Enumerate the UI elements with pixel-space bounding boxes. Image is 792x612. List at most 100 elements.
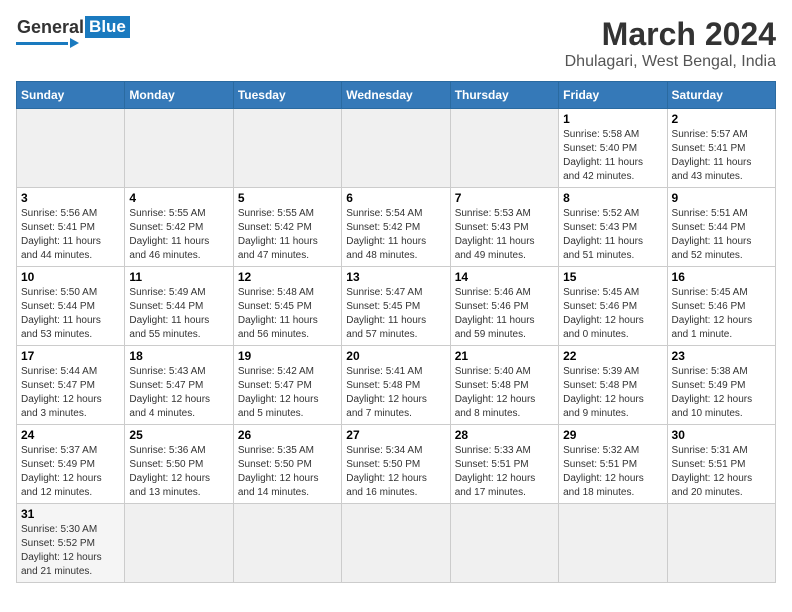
calendar-cell — [125, 504, 233, 583]
day-info: Sunrise: 5:40 AM Sunset: 5:48 PM Dayligh… — [455, 365, 554, 421]
day-info: Sunrise: 5:43 AM Sunset: 5:47 PM Dayligh… — [129, 365, 228, 421]
day-info: Sunrise: 5:32 AM Sunset: 5:51 PM Dayligh… — [563, 444, 662, 500]
day-number: 19 — [238, 349, 337, 363]
day-number: 17 — [21, 349, 120, 363]
day-header-wednesday: Wednesday — [342, 82, 450, 109]
day-header-saturday: Saturday — [667, 82, 775, 109]
page-header: General Blue March 2024 Dhulagari, West … — [16, 16, 776, 71]
day-info: Sunrise: 5:45 AM Sunset: 5:46 PM Dayligh… — [672, 286, 771, 342]
day-info: Sunrise: 5:35 AM Sunset: 5:50 PM Dayligh… — [238, 444, 337, 500]
calendar-week-2: 3 Sunrise: 5:56 AM Sunset: 5:41 PM Daylig… — [17, 188, 776, 267]
calendar-cell: 20 Sunrise: 5:41 AM Sunset: 5:48 PM Dayli… — [342, 346, 450, 425]
day-info: Sunrise: 5:31 AM Sunset: 5:51 PM Dayligh… — [672, 444, 771, 500]
calendar-cell — [17, 109, 125, 188]
day-header-friday: Friday — [559, 82, 667, 109]
day-number: 4 — [129, 191, 228, 205]
day-info: Sunrise: 5:37 AM Sunset: 5:49 PM Dayligh… — [21, 444, 120, 500]
day-info: Sunrise: 5:53 AM Sunset: 5:43 PM Dayligh… — [455, 207, 554, 263]
day-number: 2 — [672, 112, 771, 126]
calendar-cell: 5Sunrise: 5:55 AM Sunset: 5:42 PM Daylig… — [233, 188, 341, 267]
calendar-header-row: SundayMondayTuesdayWednesdayThursdayFrid… — [17, 82, 776, 109]
calendar-cell: 30 Sunrise: 5:31 AM Sunset: 5:51 PM Dayli… — [667, 425, 775, 504]
calendar-cell: 16 Sunrise: 5:45 AM Sunset: 5:46 PM Dayli… — [667, 267, 775, 346]
calendar-cell — [233, 109, 341, 188]
day-number: 8 — [563, 191, 662, 205]
calendar-cell: 24 Sunrise: 5:37 AM Sunset: 5:49 PM Dayli… — [17, 425, 125, 504]
day-info: Sunrise: 5:41 AM Sunset: 5:48 PM Dayligh… — [346, 365, 445, 421]
calendar-cell — [233, 504, 341, 583]
calendar-cell: 21 Sunrise: 5:40 AM Sunset: 5:48 PM Dayli… — [450, 346, 558, 425]
calendar-cell: 18Sunrise: 5:43 AM Sunset: 5:47 PM Dayli… — [125, 346, 233, 425]
title-area: March 2024 Dhulagari, West Bengal, India — [565, 16, 776, 71]
calendar-cell: 15Sunrise: 5:45 AM Sunset: 5:46 PM Dayli… — [559, 267, 667, 346]
day-info: Sunrise: 5:50 AM Sunset: 5:44 PM Dayligh… — [21, 286, 120, 342]
calendar-week-1: 1 Sunrise: 5:58 AM Sunset: 5:40 PM Daylig… — [17, 109, 776, 188]
day-info: Sunrise: 5:34 AM Sunset: 5:50 PM Dayligh… — [346, 444, 445, 500]
day-info: Sunrise: 5:54 AM Sunset: 5:42 PM Dayligh… — [346, 207, 445, 263]
day-info: Sunrise: 5:58 AM Sunset: 5:40 PM Dayligh… — [563, 128, 662, 184]
day-header-sunday: Sunday — [17, 82, 125, 109]
calendar-table: SundayMondayTuesdayWednesdayThursdayFrid… — [16, 81, 776, 583]
calendar-cell — [450, 504, 558, 583]
day-info: Sunrise: 5:52 AM Sunset: 5:43 PM Dayligh… — [563, 207, 662, 263]
logo-blue: Blue — [85, 16, 130, 38]
day-info: Sunrise: 5:48 AM Sunset: 5:45 PM Dayligh… — [238, 286, 337, 342]
calendar-week-5: 24 Sunrise: 5:37 AM Sunset: 5:49 PM Dayli… — [17, 425, 776, 504]
location-subtitle: Dhulagari, West Bengal, India — [565, 53, 776, 71]
day-info: Sunrise: 5:30 AM Sunset: 5:52 PM Dayligh… — [21, 523, 120, 579]
month-year-title: March 2024 — [565, 16, 776, 53]
day-info: Sunrise: 5:33 AM Sunset: 5:51 PM Dayligh… — [455, 444, 554, 500]
calendar-cell: 6 Sunrise: 5:54 AM Sunset: 5:42 PM Daylig… — [342, 188, 450, 267]
calendar-cell — [450, 109, 558, 188]
calendar-cell: 22Sunrise: 5:39 AM Sunset: 5:48 PM Dayli… — [559, 346, 667, 425]
day-number: 1 — [563, 112, 662, 126]
day-number: 12 — [238, 270, 337, 284]
day-number: 21 — [455, 349, 554, 363]
day-number: 24 — [21, 428, 120, 442]
day-header-thursday: Thursday — [450, 82, 558, 109]
calendar-cell: 19 Sunrise: 5:42 AM Sunset: 5:47 PM Dayli… — [233, 346, 341, 425]
day-info: Sunrise: 5:45 AM Sunset: 5:46 PM Dayligh… — [563, 286, 662, 342]
calendar-cell: 29 Sunrise: 5:32 AM Sunset: 5:51 PM Dayli… — [559, 425, 667, 504]
day-number: 10 — [21, 270, 120, 284]
day-number: 3 — [21, 191, 120, 205]
calendar-cell: 8 Sunrise: 5:52 AM Sunset: 5:43 PM Daylig… — [559, 188, 667, 267]
calendar-cell — [667, 504, 775, 583]
day-info: Sunrise: 5:49 AM Sunset: 5:44 PM Dayligh… — [129, 286, 228, 342]
day-number: 14 — [455, 270, 554, 284]
calendar-cell: 11 Sunrise: 5:49 AM Sunset: 5:44 PM Dayli… — [125, 267, 233, 346]
day-number: 22 — [563, 349, 662, 363]
day-info: Sunrise: 5:38 AM Sunset: 5:49 PM Dayligh… — [672, 365, 771, 421]
day-info: Sunrise: 5:36 AM Sunset: 5:50 PM Dayligh… — [129, 444, 228, 500]
day-number: 11 — [129, 270, 228, 284]
calendar-cell — [125, 109, 233, 188]
day-number: 16 — [672, 270, 771, 284]
calendar-cell: 1 Sunrise: 5:58 AM Sunset: 5:40 PM Daylig… — [559, 109, 667, 188]
calendar-cell: 3 Sunrise: 5:56 AM Sunset: 5:41 PM Daylig… — [17, 188, 125, 267]
day-number: 29 — [563, 428, 662, 442]
day-info: Sunrise: 5:57 AM Sunset: 5:41 PM Dayligh… — [672, 128, 771, 184]
calendar-cell: 10 Sunrise: 5:50 AM Sunset: 5:44 PM Dayli… — [17, 267, 125, 346]
calendar-cell: 4Sunrise: 5:55 AM Sunset: 5:42 PM Daylig… — [125, 188, 233, 267]
day-info: Sunrise: 5:44 AM Sunset: 5:47 PM Dayligh… — [21, 365, 120, 421]
day-info: Sunrise: 5:42 AM Sunset: 5:47 PM Dayligh… — [238, 365, 337, 421]
day-number: 23 — [672, 349, 771, 363]
calendar-cell: 25Sunrise: 5:36 AM Sunset: 5:50 PM Dayli… — [125, 425, 233, 504]
day-number: 20 — [346, 349, 445, 363]
calendar-cell: 31 Sunrise: 5:30 AM Sunset: 5:52 PM Dayli… — [17, 504, 125, 583]
day-info: Sunrise: 5:51 AM Sunset: 5:44 PM Dayligh… — [672, 207, 771, 263]
calendar-cell — [559, 504, 667, 583]
calendar-cell: 7Sunrise: 5:53 AM Sunset: 5:43 PM Daylig… — [450, 188, 558, 267]
calendar-week-4: 17 Sunrise: 5:44 AM Sunset: 5:47 PM Dayli… — [17, 346, 776, 425]
day-info: Sunrise: 5:56 AM Sunset: 5:41 PM Dayligh… — [21, 207, 120, 263]
calendar-cell: 13 Sunrise: 5:47 AM Sunset: 5:45 PM Dayli… — [342, 267, 450, 346]
day-number: 9 — [672, 191, 771, 205]
day-info: Sunrise: 5:47 AM Sunset: 5:45 PM Dayligh… — [346, 286, 445, 342]
calendar-body: 1 Sunrise: 5:58 AM Sunset: 5:40 PM Daylig… — [17, 109, 776, 583]
day-number: 6 — [346, 191, 445, 205]
day-number: 30 — [672, 428, 771, 442]
calendar-cell: 12 Sunrise: 5:48 AM Sunset: 5:45 PM Dayli… — [233, 267, 341, 346]
day-number: 13 — [346, 270, 445, 284]
day-number: 27 — [346, 428, 445, 442]
day-number: 31 — [21, 507, 120, 521]
